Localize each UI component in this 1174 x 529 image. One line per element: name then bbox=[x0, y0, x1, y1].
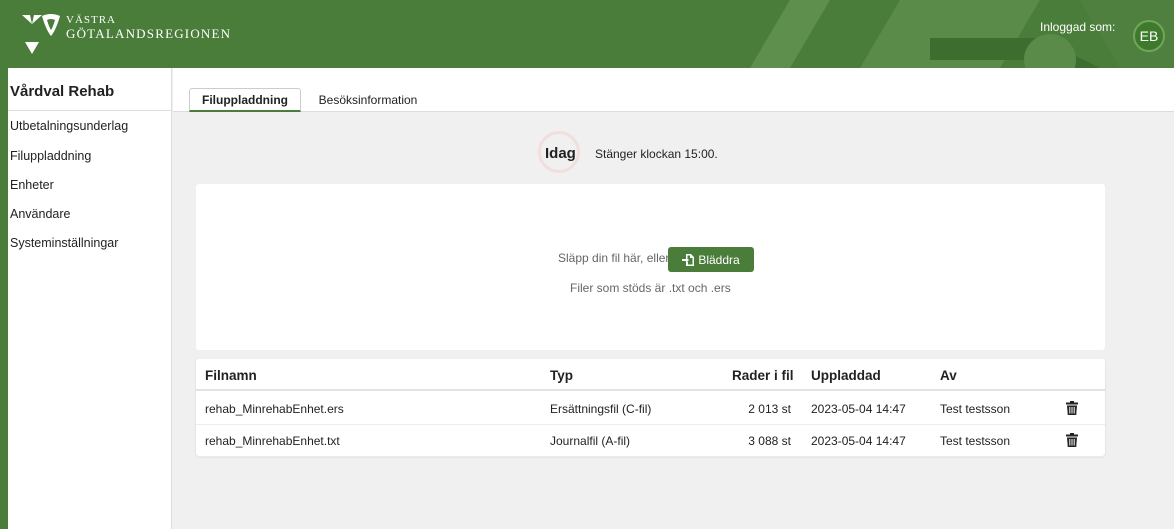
cell-filename: rehab_MinrehabEnhet.ers bbox=[205, 402, 344, 416]
cell-rows: 3 088 st bbox=[748, 434, 791, 448]
cell-by: Test testsson bbox=[940, 434, 1011, 448]
cell-type: Journalfil (A-fil) bbox=[550, 434, 631, 448]
browse-button[interactable]: Bläddra bbox=[668, 247, 754, 272]
drop-instruction: Släpp din fil här, eller bbox=[558, 251, 670, 265]
file-import-icon bbox=[682, 253, 695, 266]
table-row: rehab_MinrehabEnhet.ers Ersättningsfil (… bbox=[196, 393, 1105, 425]
sidebar-item-utbetalningsunderlag[interactable]: Utbetalningsunderlag bbox=[10, 119, 128, 133]
supported-formats-text: Filer som stöds är .txt och .ers bbox=[570, 281, 731, 295]
cell-by: Test testsson bbox=[940, 402, 1011, 416]
status-closing-text: Stänger klockan 15:00. bbox=[595, 147, 718, 161]
column-header-typ[interactable]: Typ bbox=[550, 368, 573, 383]
cell-rows: 2 013 st bbox=[748, 402, 791, 416]
column-header-filnamn[interactable]: Filnamn bbox=[205, 368, 257, 383]
uploaded-files-table: Filnamn Typ Rader i fil Uppladdad Av reh… bbox=[196, 359, 1105, 457]
logo-leaf-icon bbox=[42, 14, 60, 36]
cell-uploaded: 2023-05-04 14:47 bbox=[811, 402, 906, 416]
sidebar-divider bbox=[8, 110, 172, 111]
logged-in-label: Inloggad som: bbox=[1040, 20, 1116, 34]
table-row: rehab_MinrehabEnhet.txt Journalfil (A-fi… bbox=[196, 425, 1105, 457]
tab-besoksinformation[interactable]: Besöksinformation bbox=[313, 88, 423, 112]
column-header-av[interactable]: Av bbox=[940, 368, 957, 383]
sidebar-item-systeminstallningar[interactable]: Systeminställningar bbox=[10, 236, 118, 250]
file-dropzone[interactable]: Släpp din fil här, eller Bläddra Filer s… bbox=[196, 184, 1105, 350]
app-header: VÄSTRA GÖTALANDSREGIONEN Inloggad som: E… bbox=[0, 0, 1174, 68]
vgr-logo[interactable]: VÄSTRA GÖTALANDSREGIONEN bbox=[22, 12, 231, 54]
sidebar-item-enheter[interactable]: Enheter bbox=[10, 178, 54, 192]
sidebar-title: Vårdval Rehab bbox=[10, 83, 115, 100]
trash-icon[interactable] bbox=[1066, 433, 1078, 447]
table-header: Filnamn Typ Rader i fil Uppladdad Av bbox=[196, 359, 1105, 391]
browse-button-label: Bläddra bbox=[698, 252, 740, 267]
sidebar-item-anvandare[interactable]: Användare bbox=[10, 207, 70, 221]
cell-uploaded: 2023-05-04 14:47 bbox=[811, 434, 906, 448]
logo-wordmark: VÄSTRA GÖTALANDSREGIONEN bbox=[66, 14, 231, 40]
logo-line2: GÖTALANDSREGIONEN bbox=[66, 26, 232, 41]
tab-filuppladdning[interactable]: Filuppladdning bbox=[189, 88, 301, 112]
cell-filename: rehab_MinrehabEnhet.txt bbox=[205, 434, 340, 448]
left-accent-strip bbox=[0, 68, 8, 529]
user-avatar[interactable]: EB bbox=[1133, 20, 1165, 52]
sidebar-item-filuppladdning[interactable]: Filuppladdning bbox=[10, 149, 91, 163]
column-header-uppladdad[interactable]: Uppladdad bbox=[811, 368, 881, 383]
column-header-rader[interactable]: Rader i fil bbox=[732, 368, 794, 383]
sidebar: Vårdval Rehab Utbetalningsunderlag Filup… bbox=[8, 68, 172, 529]
cell-type: Ersättningsfil (C-fil) bbox=[550, 402, 652, 416]
status-day-label: Idag bbox=[545, 145, 576, 162]
tabs-bar: Filuppladdning Besöksinformation bbox=[173, 68, 1174, 112]
logo-mark-icon bbox=[22, 15, 42, 54]
trash-icon[interactable] bbox=[1066, 401, 1078, 415]
